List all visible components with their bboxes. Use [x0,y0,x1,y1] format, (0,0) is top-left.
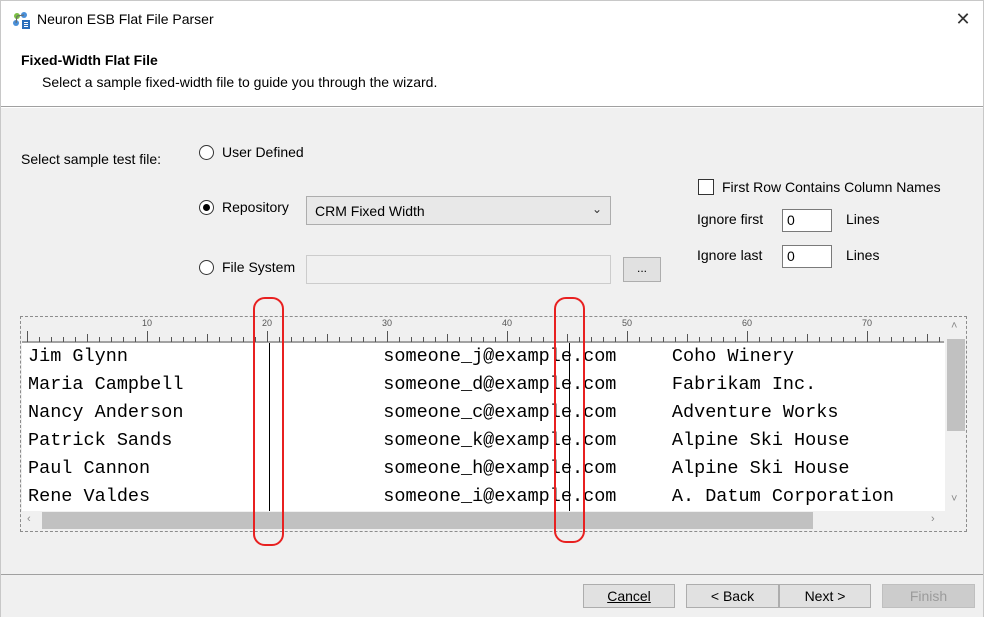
ruler-label: 30 [382,318,392,328]
grid-row: Rene Valdes someone_i@example.com A. Dat… [28,486,894,507]
file-path-field[interactable] [306,255,611,284]
repository-dropdown-value: CRM Fixed Width [315,203,425,219]
ruler-label: 70 [862,318,872,328]
grid-row: Nancy Anderson someone_c@example.com Adv… [28,402,839,423]
ignore-first-input[interactable]: 0 [782,209,832,232]
radio-repository-label[interactable]: Repository [222,199,289,215]
ignore-last-input[interactable]: 0 [782,245,832,268]
preview-grid[interactable]: Jim Glynn someone_j@example.com Coho Win… [22,343,945,511]
ignore-first-label: Ignore first [697,211,764,227]
page-title: Fixed-Width Flat File [21,52,158,68]
close-button[interactable]: ✕ [949,6,977,32]
cancel-button-label: Cancel [607,588,651,604]
ruler-label: 60 [742,318,752,328]
radio-user-defined[interactable] [199,145,214,160]
chevron-down-icon: ⌄ [591,202,602,216]
back-button-label: < Back [710,588,755,604]
select-sample-label: Select sample test file: [21,151,162,167]
first-row-label[interactable]: First Row Contains Column Names [722,179,941,195]
scroll-left-icon[interactable]: ‹ [27,513,31,525]
column-highlight-1 [253,297,284,546]
ignore-last-lines-label: Lines [846,247,880,263]
title-bar: Neuron ESB Flat File Parser ✕ [1,1,983,39]
window-title: Neuron ESB Flat File Parser [37,11,214,27]
next-button[interactable]: Next > [779,584,871,608]
radio-repository[interactable] [199,200,214,215]
column-ruler[interactable]: 10 20 30 40 50 60 70 [22,318,944,343]
radio-file-system[interactable] [199,260,214,275]
scroll-right-icon[interactable]: › [931,513,935,525]
radio-file-system-label[interactable]: File System [222,259,295,275]
scroll-down-icon[interactable]: ˅ [951,493,957,505]
ruler-label: 10 [142,318,152,328]
ignore-last-label: Ignore last [697,247,763,263]
neuron-app-icon [11,10,31,30]
next-button-label: Next > [804,588,846,604]
browse-button[interactable]: ... [623,257,661,282]
wizard-window: Neuron ESB Flat File Parser ✕ Fixed-Widt… [0,0,984,617]
ruler-label: 50 [622,318,632,328]
first-row-checkbox[interactable] [698,179,714,195]
finish-button: Finish [882,584,975,608]
ignore-first-lines-label: Lines [846,211,880,227]
grid-row: Jim Glynn someone_j@example.com Coho Win… [28,346,795,367]
scroll-up-icon[interactable]: ˄ [951,320,957,332]
vertical-scroll-thumb[interactable] [947,339,965,431]
repository-dropdown[interactable]: CRM Fixed Width ⌄ [306,196,611,225]
column-highlight-2 [554,297,585,543]
grid-row: Patrick Sands someone_k@example.com Alpi… [28,430,850,451]
finish-button-label: Finish [909,588,948,604]
ruler-ticks: 10 20 30 40 50 60 70 [22,318,944,343]
page-subtitle: Select a sample fixed-width file to guid… [42,74,438,90]
cancel-button[interactable]: Cancel [583,584,675,608]
back-button[interactable]: < Back [686,584,779,608]
grid-row: Paul Cannon someone_h@example.com Alpine… [28,458,850,479]
radio-user-defined-label[interactable]: User Defined [222,144,304,160]
close-icon: ✕ [955,8,971,29]
ruler-label: 40 [502,318,512,328]
grid-row: Maria Campbell someone_d@example.com Fab… [28,374,817,395]
wizard-header: Fixed-Width Flat File Select a sample fi… [1,39,983,107]
horizontal-scroll-thumb[interactable] [42,512,813,529]
